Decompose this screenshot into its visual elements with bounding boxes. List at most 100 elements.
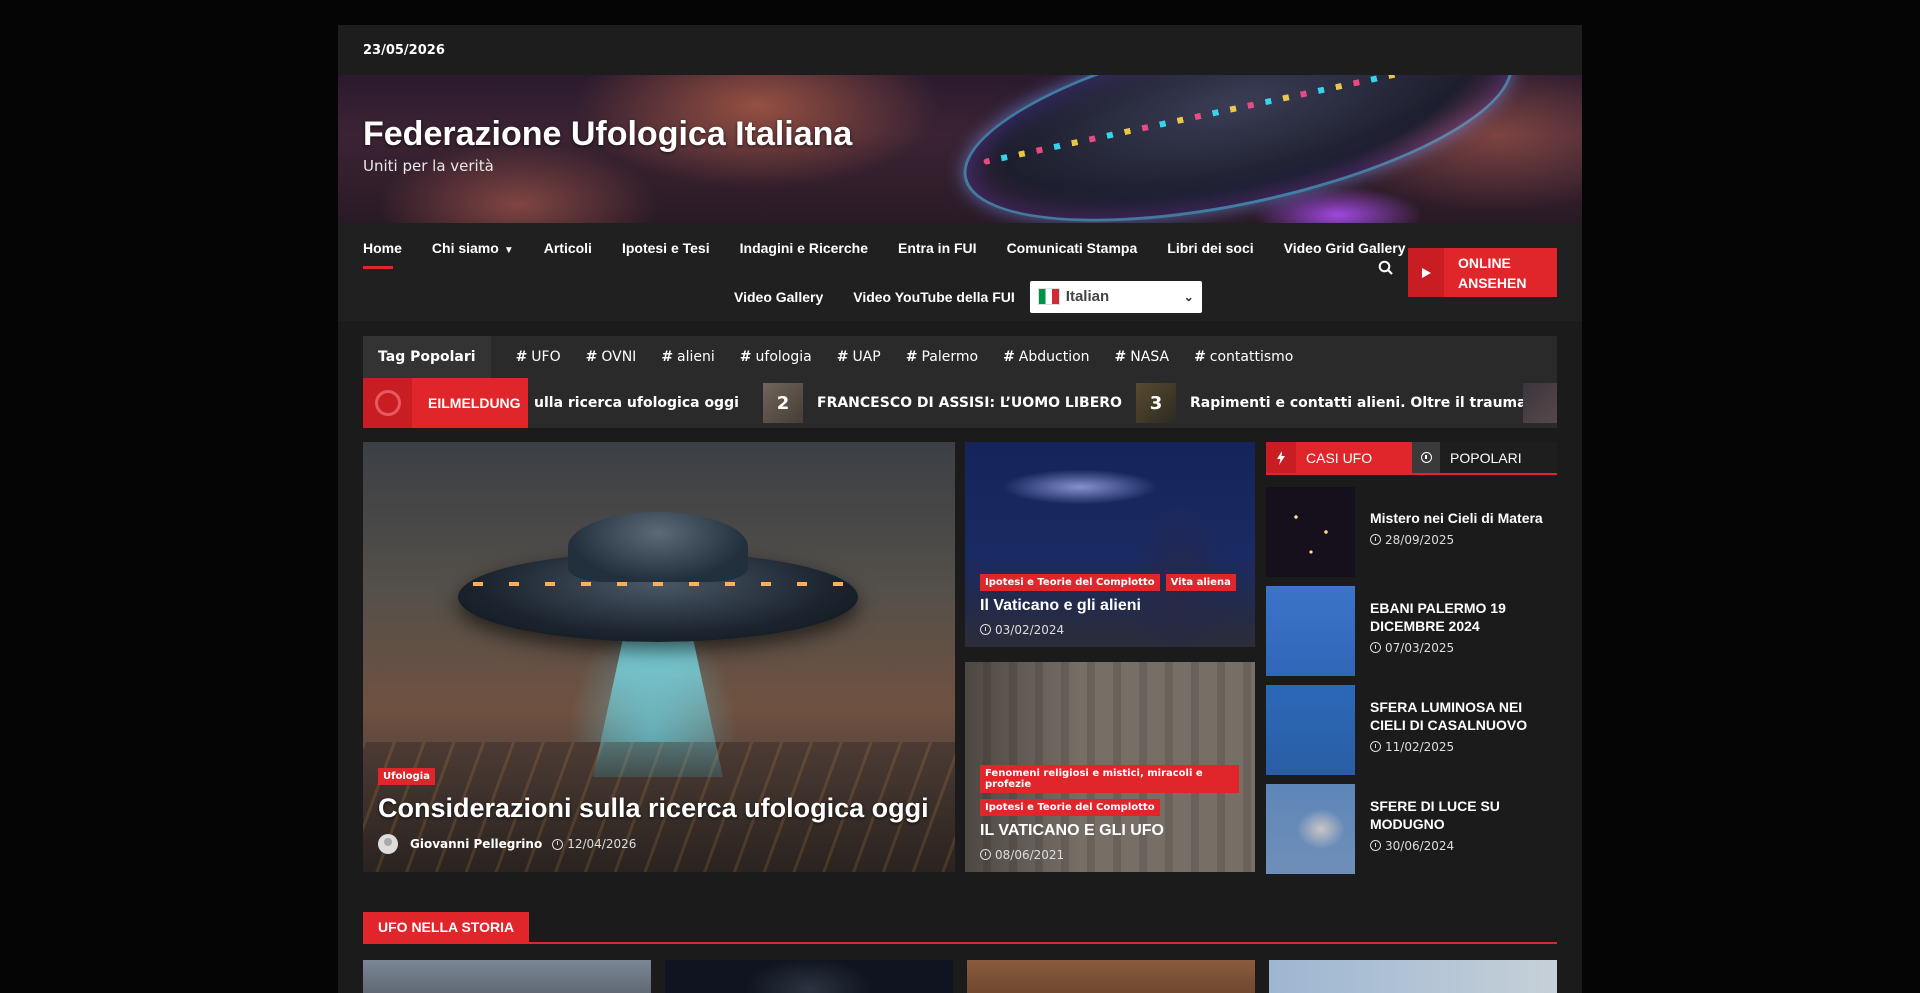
article-thumbnail[interactable] <box>967 960 1255 993</box>
author-name[interactable]: Giovanni Pellegrino <box>410 837 542 851</box>
list-item[interactable]: EBANI PALERMO 19 DICEMBRE 2024 07/03/202… <box>1266 586 1557 676</box>
card-title[interactable]: IL VATICANO E GLI UFO <box>980 822 1245 840</box>
card-categories: Ipotesi e Teorie del Complotto <box>980 797 1245 816</box>
hash-icon: # <box>585 349 598 365</box>
tag-label: NASA <box>1130 349 1170 365</box>
clock-icon <box>1370 642 1381 653</box>
article-thumbnail[interactable] <box>1269 960 1557 993</box>
list-item-title[interactable]: SFERA LUMINOSA NEI CIELI DI CASALNUOVO <box>1370 698 1557 734</box>
hash-icon: # <box>661 349 674 365</box>
top-bar: 23/05/2026 <box>338 25 1582 75</box>
list-item[interactable]: SFERA LUMINOSA NEI CIELI DI CASALNUOVO 1… <box>1266 685 1557 775</box>
nav-row-1: Home Chi siamo ▼ Articoli Ipotesi e Tesi … <box>363 223 1436 272</box>
card-date-row: 03/02/2024 <box>980 623 1245 637</box>
tag-link[interactable]: # contattismo <box>1194 349 1293 365</box>
featured-article[interactable]: Ufologia Considerazioni sulla ricerca uf… <box>363 442 955 872</box>
online-label-line1: ONLINE <box>1458 254 1511 271</box>
featured-title[interactable]: Considerazioni sulla ricerca ufologica o… <box>378 793 940 824</box>
tag-link[interactable]: # NASA <box>1115 349 1170 365</box>
category-badge[interactable]: Vita aliena <box>1165 574 1236 591</box>
ticker-item[interactable]: ulla ricerca ufologica oggi <box>528 378 739 428</box>
section-title[interactable]: UFO NELLA STORIA <box>363 912 530 942</box>
header-banner: Federazione Ufologica Italiana Uniti per… <box>338 75 1582 223</box>
breaking-news-ticker: ulla ricerca ufologica oggi 2 FRANCESCO … <box>363 378 1557 428</box>
online-watch-button[interactable]: ONLINE ANSEHEN <box>1408 248 1557 297</box>
nav-indagini-e-ricerche[interactable]: Indagini e Ricerche <box>740 240 868 256</box>
tag-link[interactable]: # Abduction <box>1003 349 1089 365</box>
category-badge[interactable]: Ipotesi e Teorie del Complotto <box>980 799 1160 816</box>
popular-tags-label: Tag Popolari <box>363 336 491 378</box>
list-item-info: SFERA LUMINOSA NEI CIELI DI CASALNUOVO 1… <box>1355 685 1557 775</box>
ticker-item[interactable]: 2 FRANCESCO DI ASSISI: L’UOMO LIBERO <box>763 378 1122 428</box>
play-icon <box>1408 248 1444 297</box>
nav-ipotesi-e-tesi[interactable]: Ipotesi e Tesi <box>622 240 710 256</box>
tag-link[interactable]: # UAP <box>837 349 881 365</box>
list-item-title[interactable]: Mistero nei Cieli di Matera <box>1370 509 1543 527</box>
tab-casi-ufo[interactable]: CASI UFO <box>1266 442 1412 473</box>
hash-icon: # <box>515 349 528 365</box>
ticker-item-text: FRANCESCO DI ASSISI: L’UOMO LIBERO <box>817 395 1122 411</box>
category-badge[interactable]: Fenomeni religiosi e mistici, miracoli e… <box>980 765 1239 793</box>
tab-popolari[interactable]: POPOLARI <box>1412 442 1557 473</box>
online-watch-label: ONLINE ANSEHEN <box>1444 253 1526 293</box>
hash-icon: # <box>836 349 849 365</box>
list-item-title[interactable]: EBANI PALERMO 19 DICEMBRE 2024 <box>1370 599 1557 635</box>
ufo-history-section: UFO NELLA STORIA <box>363 912 1557 993</box>
featured-ufo-lights <box>473 582 843 586</box>
category-badge[interactable]: Ufologia <box>378 768 435 785</box>
featured-ufo-dome <box>568 512 748 582</box>
hash-icon: # <box>1003 349 1015 365</box>
list-item[interactable]: Mistero nei Cieli di Matera 28/09/2025 <box>1266 487 1557 577</box>
nav-video-grid-gallery[interactable]: Video Grid Gallery <box>1284 240 1406 256</box>
tag-link[interactable]: # ufologia <box>740 349 812 365</box>
tag-link[interactable]: # OVNI <box>586 349 637 365</box>
nav-home[interactable]: Home <box>363 240 402 269</box>
tag-link[interactable]: # UFO <box>516 349 561 365</box>
tag-link[interactable]: # alieni <box>661 349 714 365</box>
article-thumbnail[interactable] <box>665 960 953 993</box>
featured-date: 12/04/2026 <box>567 837 637 851</box>
tab-label: POPOLARI <box>1450 449 1522 466</box>
ticker-item-thumbnail[interactable] <box>1523 378 1557 428</box>
site-tagline: Uniti per la verità <box>363 157 494 175</box>
nav-entra-in-fui[interactable]: Entra in FUI <box>898 240 977 256</box>
tag-label: OVNI <box>601 349 637 365</box>
list-item-date-row: 28/09/2025 <box>1370 533 1543 547</box>
clock-icon <box>552 838 564 850</box>
popular-tags-bar: Tag Popolari # UFO # OVNI # alieni # ufologi… <box>363 336 1557 378</box>
search-icon <box>1378 260 1393 275</box>
hash-icon: # <box>739 349 752 365</box>
nav-chi-siamo[interactable]: Chi siamo ▼ <box>432 240 514 256</box>
tag-link[interactable]: # Palermo <box>906 349 978 365</box>
article-card[interactable]: Ipotesi e Teorie del Complotto Vita alien… <box>965 442 1255 647</box>
language-select[interactable]: Italian ⌄ <box>1029 280 1202 313</box>
breaking-news-label: EILMELDUNG <box>428 395 521 411</box>
list-item-date: 07/03/2025 <box>1385 641 1455 655</box>
nav-articoli[interactable]: Articoli <box>544 240 592 256</box>
card-categories: Fenomeni religiosi e mistici, miracoli e… <box>980 765 1245 793</box>
featured-ufo-beam <box>593 627 723 777</box>
article-thumbnail[interactable] <box>363 960 651 993</box>
nav-libri-dei-soci[interactable]: Libri dei soci <box>1167 240 1253 256</box>
section-thumbnails <box>363 960 1557 993</box>
ticker-item-text: ulla ricerca ufologica oggi <box>534 395 739 411</box>
nav-video-youtube[interactable]: Video YouTube della FUI <box>853 289 1015 305</box>
tag-label: UAP <box>852 349 881 365</box>
avatar <box>378 834 398 854</box>
list-item-title[interactable]: SFERE DI LUCE SU MODUGNO <box>1370 797 1557 833</box>
site-title[interactable]: Federazione Ufologica Italiana <box>363 115 852 154</box>
card-title[interactable]: Il Vaticano e gli alieni <box>980 597 1245 615</box>
featured-byline: Giovanni Pellegrino 12/04/2026 <box>378 834 940 854</box>
tag-label: ufologia <box>755 349 812 365</box>
list-item-info: EBANI PALERMO 19 DICEMBRE 2024 07/03/202… <box>1355 586 1557 676</box>
category-badge[interactable]: Ipotesi e Teorie del Complotto <box>980 574 1160 591</box>
nav-comunicati-stampa[interactable]: Comunicati Stampa <box>1007 240 1138 256</box>
list-item[interactable]: SFERE DI LUCE SU MODUGNO 30/06/2024 <box>1266 784 1557 874</box>
search-button[interactable] <box>1378 260 1398 280</box>
nav-video-gallery[interactable]: Video Gallery <box>734 289 823 305</box>
live-indicator-icon <box>363 378 412 428</box>
list-item-thumbnail <box>1266 487 1355 577</box>
ticker-item[interactable]: 3 Rapimenti e contatti alieni. Oltre il … <box>1136 378 1527 428</box>
list-item-info: Mistero nei Cieli di Matera 28/09/2025 <box>1355 487 1543 577</box>
article-card[interactable]: Fenomeni religiosi e mistici, miracoli e… <box>965 662 1255 872</box>
